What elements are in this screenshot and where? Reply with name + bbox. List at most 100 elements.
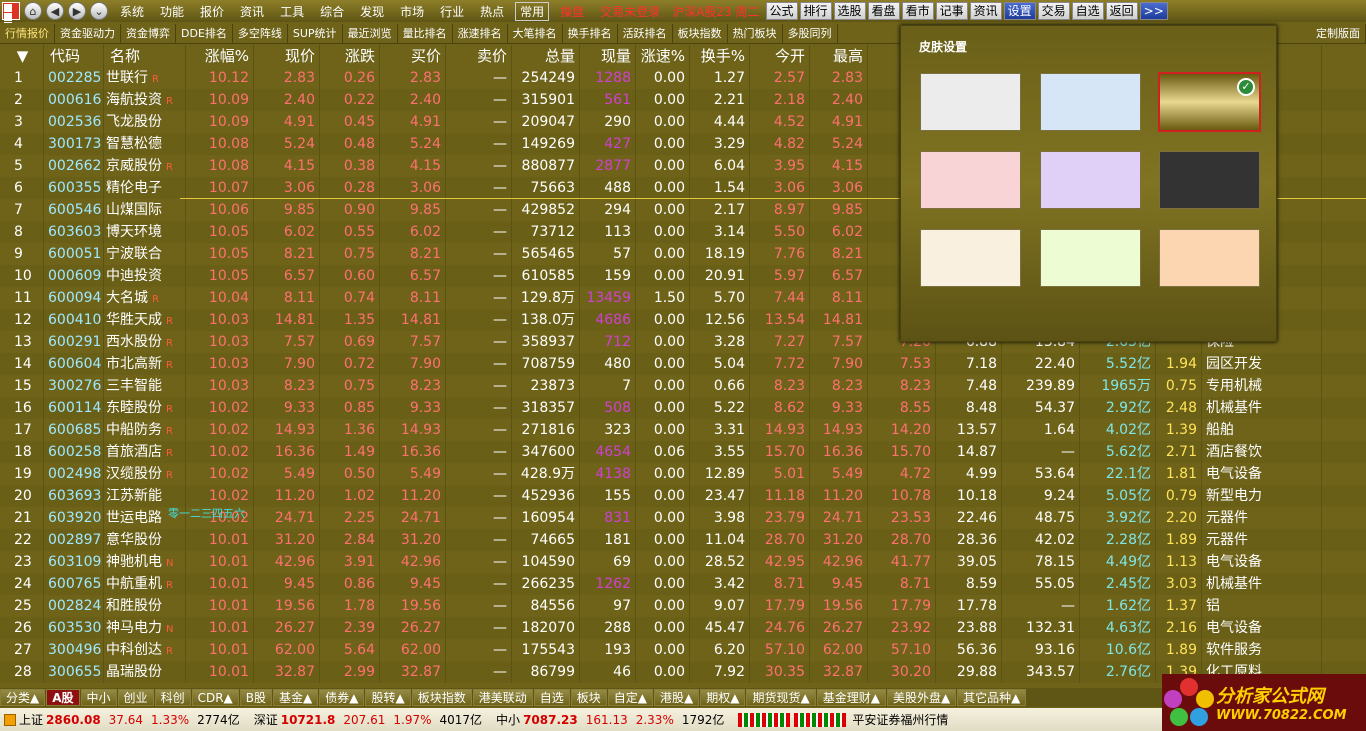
skin-swatch-1[interactable] bbox=[1040, 73, 1141, 131]
more-button[interactable]: >> bbox=[1139, 2, 1168, 20]
menu-common[interactable]: 常用 bbox=[515, 1, 550, 21]
return-button[interactable]: 返回 bbox=[1105, 2, 1138, 20]
app-logo-icon[interactable] bbox=[2, 2, 20, 39]
tab-20[interactable]: 定制版面 bbox=[1311, 23, 1366, 43]
skin-swatch-3[interactable] bbox=[920, 151, 1021, 209]
tab-3[interactable]: DDE排名 bbox=[176, 23, 233, 43]
market-view-button[interactable]: 看市 bbox=[901, 2, 934, 20]
column-header-8[interactable]: 总量 bbox=[512, 45, 580, 67]
bottom-tab-20[interactable]: 其它品种▲ bbox=[957, 689, 1027, 706]
tab-4[interactable]: 多空阵线 bbox=[233, 23, 288, 43]
bottom-tab-10[interactable]: 板块指数 bbox=[411, 689, 472, 706]
column-header-9[interactable]: 现量 bbox=[580, 45, 636, 67]
skin-swatch-0[interactable] bbox=[920, 73, 1021, 131]
menu-hotspot[interactable]: 热点 bbox=[472, 3, 512, 20]
notes-button[interactable]: 记事 bbox=[935, 2, 968, 20]
table-row[interactable]: 14 600604 市北高新 R 10.03 7.90 0.72 7.90—708759 480… bbox=[0, 353, 1366, 375]
menu-info[interactable]: 资讯 bbox=[232, 3, 272, 20]
home-icon[interactable]: ⌂ bbox=[24, 2, 42, 20]
table-row[interactable]: 24 600765 中航重机 R 10.01 9.45 0.86 9.45—266235 126… bbox=[0, 573, 1366, 595]
menu-trade[interactable]: 操盘 bbox=[552, 3, 592, 20]
forward-icon[interactable]: ▶ bbox=[68, 2, 86, 20]
watchlist-button[interactable]: 自选 bbox=[1071, 2, 1104, 20]
tab-5[interactable]: SUP统计 bbox=[288, 23, 343, 43]
watch-button[interactable]: 看盘 bbox=[867, 2, 900, 20]
table-row[interactable]: 17 600685 中船防务 R 10.02 14.93 1.36 14.93—271816 3… bbox=[0, 419, 1366, 441]
dropdown-icon[interactable]: ⌄ bbox=[90, 2, 108, 20]
column-header-1[interactable]: 代码 bbox=[44, 45, 104, 67]
bottom-tab-1[interactable]: A股 bbox=[46, 689, 80, 706]
menu-industry[interactable]: 行业 bbox=[432, 3, 472, 20]
skin-swatch-6[interactable] bbox=[920, 229, 1021, 287]
column-header-4[interactable]: 现价 bbox=[254, 45, 320, 67]
menu-tools[interactable]: 工具 bbox=[272, 3, 312, 20]
table-row[interactable]: 20 603693 江苏新能 10.02 11.20 1.02 11.20—452936 15… bbox=[0, 485, 1366, 507]
bottom-tab-2[interactable]: 中小 bbox=[80, 689, 117, 706]
bottom-tab-19[interactable]: 美股外盘▲ bbox=[886, 689, 957, 706]
column-header-11[interactable]: 换手% bbox=[690, 45, 750, 67]
table-row[interactable]: 26 603530 神马电力 N 10.01 26.27 2.39 26.27—182070 2… bbox=[0, 617, 1366, 639]
skin-swatch-8[interactable] bbox=[1159, 229, 1260, 287]
bottom-tab-8[interactable]: 债券▲ bbox=[319, 689, 365, 706]
column-header-12[interactable]: 今开 bbox=[750, 45, 810, 67]
column-header-13[interactable]: 最高 bbox=[810, 45, 868, 67]
skin-swatch-4[interactable] bbox=[1040, 151, 1141, 209]
menu-discover[interactable]: 发现 bbox=[352, 3, 392, 20]
tab-1[interactable]: 资金驱动力 bbox=[55, 23, 121, 43]
skin-swatch-2[interactable]: ✓ bbox=[1158, 72, 1261, 132]
rank-button[interactable]: 排行 bbox=[799, 2, 832, 20]
news-button[interactable]: 资讯 bbox=[969, 2, 1002, 20]
bottom-tab-9[interactable]: 股转▲ bbox=[365, 689, 411, 706]
tab-0[interactable]: 行情报价 bbox=[0, 23, 55, 43]
column-header-6[interactable]: 买价 bbox=[380, 45, 446, 67]
tab-12[interactable]: 板块指数 bbox=[673, 23, 728, 43]
bottom-tab-5[interactable]: CDR▲ bbox=[191, 689, 239, 706]
column-header-7[interactable]: 卖价 bbox=[446, 45, 512, 67]
bottom-tab-7[interactable]: 基金▲ bbox=[273, 689, 319, 706]
tab-11[interactable]: 活跃排名 bbox=[618, 23, 673, 43]
bottom-tab-4[interactable]: 科创 bbox=[154, 689, 191, 706]
tab-14[interactable]: 多股同列 bbox=[783, 23, 838, 43]
bottom-tab-14[interactable]: 自定▲ bbox=[607, 689, 653, 706]
tab-8[interactable]: 涨速排名 bbox=[453, 23, 508, 43]
table-row[interactable]: 19 002498 汉缆股份 R 10.02 5.49 0.50 5.49—428.9万 413… bbox=[0, 463, 1366, 485]
skin-swatch-7[interactable] bbox=[1040, 229, 1141, 287]
bottom-tab-17[interactable]: 期货现货▲ bbox=[746, 689, 816, 706]
table-row[interactable]: 25 002824 和胜股份 10.01 19.56 1.78 19.56—84556 97 0… bbox=[0, 595, 1366, 617]
column-header-0[interactable]: ▼ bbox=[0, 45, 44, 67]
menu-system[interactable]: 系统 bbox=[112, 3, 152, 20]
trade-button[interactable]: 交易 bbox=[1037, 2, 1070, 20]
bottom-tab-0[interactable]: 分类▲ bbox=[0, 689, 46, 706]
table-row[interactable]: 18 600258 首旅酒店 R 10.02 16.36 1.49 16.36—347600 4… bbox=[0, 441, 1366, 463]
bottom-tab-3[interactable]: 创业 bbox=[117, 689, 154, 706]
table-row[interactable]: 23 603109 神驰机电 N 10.01 42.96 3.91 42.96—104590 6… bbox=[0, 551, 1366, 573]
pick-stock-button[interactable]: 选股 bbox=[833, 2, 866, 20]
bottom-tab-13[interactable]: 板块 bbox=[570, 689, 607, 706]
table-row[interactable]: 27 300496 中科创达 R 10.01 62.00 5.64 62.00—175543 1… bbox=[0, 639, 1366, 661]
tab-9[interactable]: 大笔排名 bbox=[508, 23, 563, 43]
menu-quote[interactable]: 报价 bbox=[192, 3, 232, 20]
menu-function[interactable]: 功能 bbox=[152, 3, 192, 20]
table-row[interactable]: 16 600114 东睦股份 R 10.02 9.33 0.85 9.33—318357 508… bbox=[0, 397, 1366, 419]
menu-general[interactable]: 综合 bbox=[312, 3, 352, 20]
tab-7[interactable]: 量比排名 bbox=[398, 23, 453, 43]
column-header-10[interactable]: 涨速% bbox=[636, 45, 690, 67]
bottom-tab-6[interactable]: B股 bbox=[239, 689, 272, 706]
tab-2[interactable]: 资金博弈 bbox=[121, 23, 176, 43]
bottom-tab-11[interactable]: 港美联动 bbox=[472, 689, 533, 706]
table-row[interactable]: 15 300276 三丰智能 10.03 8.23 0.75 8.23—23873 7 0.00… bbox=[0, 375, 1366, 397]
tab-6[interactable]: 最近浏览 bbox=[343, 23, 398, 43]
settings-button[interactable]: 设置 bbox=[1003, 2, 1036, 20]
bottom-tab-12[interactable]: 自选 bbox=[533, 689, 570, 706]
column-header-3[interactable]: 涨幅% bbox=[186, 45, 254, 67]
column-header-2[interactable]: 名称 bbox=[104, 45, 186, 67]
tab-10[interactable]: 换手排名 bbox=[563, 23, 618, 43]
column-header-5[interactable]: 涨跌 bbox=[320, 45, 380, 67]
tab-13[interactable]: 热门板块 bbox=[728, 23, 783, 43]
back-icon[interactable]: ◀ bbox=[46, 2, 64, 20]
bottom-tab-15[interactable]: 港股▲ bbox=[654, 689, 700, 706]
table-row[interactable]: 22 002897 意华股份 10.01 31.20 2.84 31.20—74665 181… bbox=[0, 529, 1366, 551]
formula-button[interactable]: 公式 bbox=[765, 2, 798, 20]
bottom-tab-16[interactable]: 期权▲ bbox=[700, 689, 746, 706]
skin-swatch-5[interactable] bbox=[1159, 151, 1260, 209]
